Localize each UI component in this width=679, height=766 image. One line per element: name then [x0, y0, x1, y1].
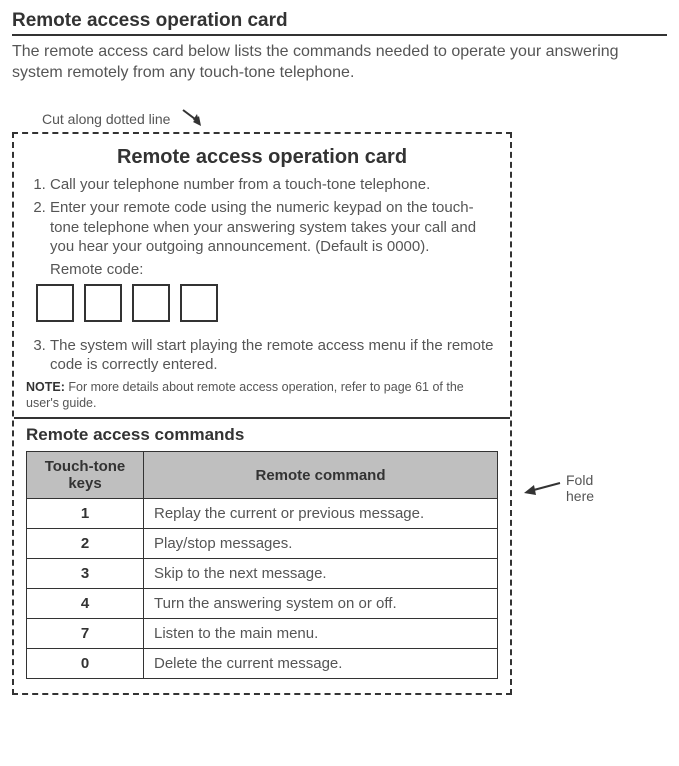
col-header-command: Remote command [144, 452, 498, 499]
code-box-3 [132, 284, 170, 322]
card-title: Remote access operation card [26, 146, 498, 169]
code-box-2 [84, 284, 122, 322]
table-row: 1 Replay the current or previous message… [27, 499, 498, 529]
table-row: 3 Skip to the next message. [27, 559, 498, 589]
cmd-cell: Delete the current message. [144, 649, 498, 679]
step-1: Call your telephone number from a touch-… [50, 175, 498, 195]
note-prefix: NOTE: [26, 380, 65, 394]
key-cell: 7 [27, 619, 144, 649]
step-3: The system will start playing the remote… [50, 336, 498, 375]
cmd-cell: Listen to the main menu. [144, 619, 498, 649]
table-row: 2 Play/stop messages. [27, 529, 498, 559]
commands-title: Remote access commands [26, 425, 498, 445]
intro-text: The remote access card below lists the c… [12, 42, 667, 84]
arrow-down-icon [181, 108, 207, 130]
table-row: 4 Turn the answering system on or off. [27, 589, 498, 619]
code-box-1 [36, 284, 74, 322]
key-cell: 0 [27, 649, 144, 679]
cmd-cell: Turn the answering system on or off. [144, 589, 498, 619]
cmd-cell: Play/stop messages. [144, 529, 498, 559]
arrow-left-icon [522, 473, 562, 503]
fold-label-1: Fold [566, 472, 593, 488]
key-cell: 1 [27, 499, 144, 529]
key-cell: 3 [27, 559, 144, 589]
commands-table: Touch-tone keys Remote command 1 Replay … [26, 451, 498, 679]
code-box-4 [180, 284, 218, 322]
steps-list: Call your telephone number from a touch-… [26, 175, 498, 257]
remote-access-card: Remote access operation card Call your t… [12, 132, 512, 696]
key-cell: 2 [27, 529, 144, 559]
note: NOTE: For more details about remote acce… [26, 379, 498, 412]
steps-list-cont: The system will start playing the remote… [26, 336, 498, 375]
fold-label-2: here [566, 488, 594, 504]
cmd-cell: Skip to the next message. [144, 559, 498, 589]
step-2: Enter your remote code using the numeric… [50, 198, 498, 257]
note-text: For more details about remote access ope… [26, 380, 464, 410]
key-cell: 4 [27, 589, 144, 619]
cut-along-dotted-line-label: Cut along dotted line [42, 111, 170, 127]
card-divider [14, 417, 510, 419]
page-title: Remote access operation card [12, 10, 667, 36]
table-row: 0 Delete the current message. [27, 649, 498, 679]
remote-code-label: Remote code: [50, 261, 498, 278]
col-header-keys: Touch-tone keys [27, 452, 144, 499]
table-row: 7 Listen to the main menu. [27, 619, 498, 649]
cmd-cell: Replay the current or previous message. [144, 499, 498, 529]
fold-here-annotation: Fold here [522, 472, 662, 506]
remote-code-boxes [36, 284, 498, 322]
